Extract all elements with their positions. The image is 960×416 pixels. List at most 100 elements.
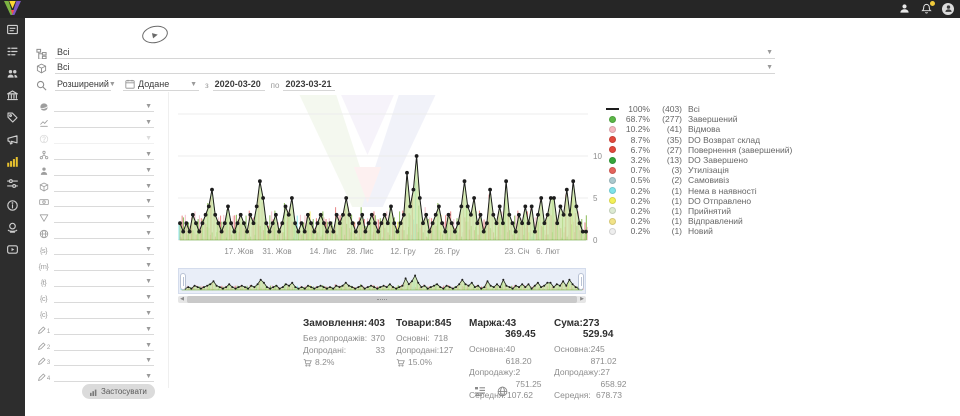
bell-badge (929, 0, 936, 7)
legend-item[interactable]: 0.2%(1)Відправлений (604, 216, 792, 226)
pencil-1-icon: 1 (36, 325, 51, 335)
filter-select[interactable]: ▼ (54, 151, 154, 160)
search-icon (36, 80, 51, 91)
stat-sub-value: 245 871.02 (591, 344, 622, 367)
stat-block: Сума:273 529.94Основна:245 871.02Допрода… (554, 318, 622, 402)
legend-item[interactable]: 0.5%(2)Самовивіз (604, 175, 792, 185)
legend-item[interactable]: 6.7%(27)Повернення (завершений) (604, 145, 792, 155)
chevron-down-icon: ▼ (190, 81, 197, 89)
filter-select[interactable]: ▼ (54, 135, 154, 144)
legend-count: (3) (650, 165, 682, 175)
scrollbar-grip (377, 299, 387, 300)
scroll-right-icon[interactable]: ▶ (578, 296, 586, 303)
package-icon (36, 63, 51, 74)
stat-title: Товари: (396, 318, 435, 329)
legend-dot (609, 116, 616, 123)
legend-item[interactable]: 0.2%(1)Прийнятий (604, 206, 792, 216)
date-field-select[interactable]: Додане ▼ (123, 79, 199, 91)
sidebar-item-dashboard[interactable] (0, 18, 25, 40)
filter-select[interactable]: ▼ (54, 373, 154, 382)
legend-item[interactable]: 0.2%(1)Новий (604, 226, 792, 236)
legend-count: (403) (650, 104, 682, 114)
x-tick-label: 6. Лют (536, 247, 560, 256)
sidebar-item-customers[interactable] (0, 62, 25, 84)
chart-navigator[interactable] (178, 268, 586, 294)
filter-select[interactable]: ▼ (54, 262, 154, 271)
legend-count: (1) (650, 206, 682, 216)
cart-icon (303, 358, 312, 367)
filter-select[interactable]: ▼ (54, 103, 154, 112)
navigator-left-handle[interactable] (180, 273, 186, 290)
filter-row-pencil-1: 1▼ (36, 321, 154, 335)
legend-item[interactable]: 0.7%(3)Утилізація (604, 165, 792, 175)
filter-select[interactable]: ▼ (54, 310, 154, 319)
filter-select[interactable]: ▼ (54, 119, 154, 128)
scroll-left-icon[interactable]: ◀ (178, 296, 186, 303)
chevron-down-icon: ▼ (145, 294, 152, 302)
chevron-down-icon: ▼ (145, 342, 152, 350)
chart-scrollbar[interactable]: ◀ ▶ (178, 296, 586, 303)
legend-item[interactable]: 0.2%(1)DO Отправлено (604, 196, 792, 206)
filter-select[interactable]: ▼ (54, 278, 154, 287)
search-mode-select[interactable]: Розширений ▼ (55, 79, 111, 91)
date-from-input[interactable]: 2020-03-20 (213, 79, 265, 91)
filter-select[interactable]: ▼ (54, 167, 154, 176)
sidebar-item-marketplace[interactable] (0, 84, 25, 106)
legend-pct: 6.7% (620, 145, 650, 155)
legend-count: (1) (650, 226, 682, 236)
legend-item[interactable]: 8.7%(35)DO Возврат склад (604, 135, 792, 145)
date-to-label: по (271, 81, 280, 90)
legend-label: Завершений (688, 114, 737, 124)
status-filter-select[interactable]: Всі ▼ (55, 47, 775, 59)
filter-select[interactable]: ▼ (54, 198, 154, 207)
filter-sidebar: ▼▼▼▼▼▼▼▼▼{s}▼{m}▼{t}▼{c}▼{c}▼1▼2▼3▼4▼ (36, 98, 156, 386)
scrollbar-thumb[interactable] (187, 296, 577, 303)
filter-select[interactable]: ▼ (54, 294, 154, 303)
product-filter-select[interactable]: Всі ▼ (55, 62, 775, 74)
account-avatar-icon[interactable] (942, 3, 954, 15)
legend-dot (609, 177, 616, 184)
date-to-input[interactable]: 2023-03-21 (283, 79, 335, 91)
legend-item[interactable]: 3.2%(13)DO Завершено (604, 155, 792, 165)
globe-view-icon[interactable] (496, 385, 508, 397)
filter-select[interactable]: ▼ (54, 326, 154, 335)
sidebar-item-support[interactable] (0, 216, 25, 238)
filter-select[interactable]: ▼ (54, 230, 154, 239)
legend-item[interactable]: 10.2%(41)Відмова (604, 124, 792, 134)
x-tick-label: 23. Січ (504, 247, 529, 256)
stat-sub-value: 2 751.25 (516, 367, 542, 390)
stat-value: 273 529.94 (583, 318, 622, 340)
date-from-label: з (205, 81, 209, 90)
planet-icon (36, 102, 51, 112)
filter-select[interactable]: ▼ (54, 357, 154, 366)
legend-count: (27) (650, 145, 682, 155)
filter-select[interactable]: ▼ (54, 214, 154, 223)
stat-sub-value: 127 (439, 345, 453, 357)
sidebar-item-tags[interactable] (0, 106, 25, 128)
filter-select[interactable]: ▼ (54, 183, 154, 192)
utm-term-icon: {t} (36, 278, 51, 287)
bell-icon[interactable] (920, 2, 933, 15)
sidebar-item-info[interactable] (0, 194, 25, 216)
stat-sub-value: 718 (434, 333, 448, 345)
legend-item[interactable]: 68.7%(277)Завершений (604, 114, 792, 124)
brand-logo-icon[interactable] (4, 1, 21, 16)
stat-sub-label: Допродані: (303, 345, 346, 357)
list-view-icon[interactable] (474, 385, 486, 397)
legend-item[interactable]: 0.2%(1)Нема в наявності (604, 186, 792, 196)
video-tour-icon[interactable]: ▶ (141, 23, 170, 45)
sidebar-item-analytics[interactable] (0, 150, 25, 172)
filter-select[interactable]: ▼ (54, 342, 154, 351)
orders-chart[interactable] (178, 98, 588, 242)
sidebar-item-orders[interactable] (0, 40, 25, 62)
chevron-down-icon: ▼ (145, 310, 152, 318)
legend-item[interactable]: 100%(403)Всі (604, 104, 792, 114)
user-icon[interactable] (898, 2, 911, 15)
apply-button[interactable]: Застосувати (82, 384, 155, 399)
sidebar-item-campaigns[interactable] (0, 128, 25, 150)
filter-select[interactable]: ▼ (54, 246, 154, 255)
sidebar-item-settings[interactable] (0, 172, 25, 194)
view-toggles (474, 385, 508, 397)
sidebar-item-video[interactable] (0, 238, 25, 260)
navigator-right-handle[interactable] (578, 273, 584, 290)
